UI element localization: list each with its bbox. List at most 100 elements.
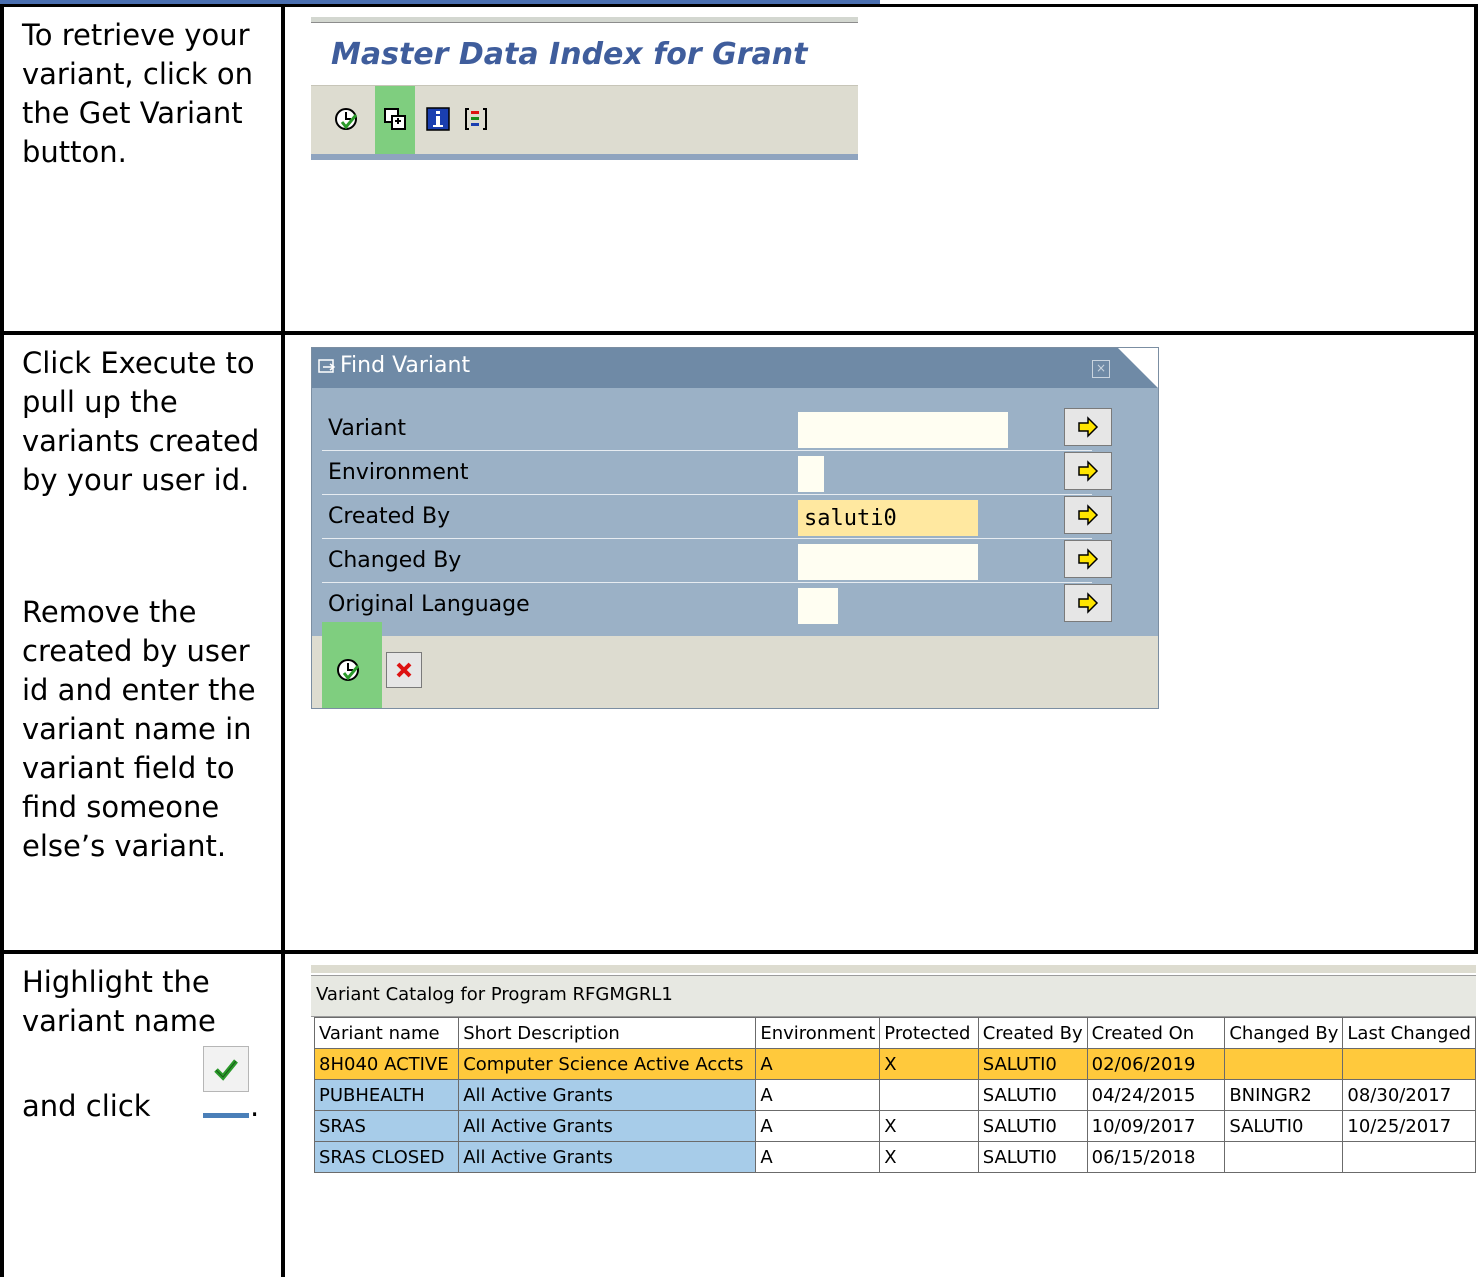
arrow-right-icon (1078, 460, 1099, 482)
close-icon[interactable]: × (1092, 360, 1110, 378)
table-cell[interactable]: A (755, 1048, 881, 1080)
table-cell[interactable]: X (879, 1048, 979, 1080)
column-header[interactable]: Protected (879, 1017, 979, 1049)
created-by-input[interactable] (798, 500, 978, 536)
column-header[interactable]: Created By (977, 1017, 1088, 1049)
column-header[interactable]: Changed By (1224, 1017, 1344, 1049)
original-language-label: Original Language (328, 592, 530, 617)
environment-input[interactable] (798, 456, 824, 492)
environment-label: Environment (328, 460, 469, 485)
variant-label: Variant (328, 416, 407, 441)
table-cell[interactable] (1224, 1048, 1344, 1080)
table-row[interactable]: PUBHEALTH All Active Grants A SALUTI0 04… (313, 1079, 1476, 1111)
step-3-period: . (250, 1089, 260, 1123)
step-3-instruction-a: Highlight the variant name (22, 965, 216, 1038)
step-2-instruction-b: Remove the created by user id and enter … (22, 595, 256, 863)
variant-input[interactable] (798, 412, 1008, 448)
table-cell[interactable]: 08/30/2017 (1342, 1079, 1476, 1111)
table-border-left (0, 4, 4, 1277)
variant-name-cell[interactable]: PUBHEALTH (313, 1079, 460, 1111)
table-cell[interactable]: 04/24/2015 (1086, 1079, 1226, 1111)
table-border-middle (281, 4, 285, 1277)
changed-by-label: Changed By (328, 548, 462, 573)
environment-multiple-selection-button[interactable] (1064, 452, 1112, 490)
header-top-strip (311, 17, 858, 23)
row-divider-1 (0, 331, 1478, 335)
changed-by-input[interactable] (798, 544, 978, 580)
catalog-toolbar-strip (311, 965, 1476, 973)
arrow-right-icon (1078, 548, 1099, 570)
variant-name-cell[interactable]: 8H040 ACTIVE (313, 1048, 460, 1080)
table-border-top (0, 4, 1478, 7)
checkmark-icon[interactable] (203, 1046, 249, 1092)
table-cell[interactable]: SALUTI0 (977, 1048, 1088, 1080)
table-cell[interactable]: A (755, 1110, 881, 1142)
table-cell[interactable] (1342, 1048, 1476, 1080)
table-row[interactable]: SRAS CLOSED All Active Grants A X SALUTI… (313, 1141, 1476, 1173)
screen-title: Master Data Index for Grant (331, 37, 808, 72)
original-language-multiple-selection-button[interactable] (1064, 584, 1112, 622)
field-row-changed-by: Changed By (322, 540, 1092, 583)
table-cell[interactable]: SALUTI0 (977, 1110, 1088, 1142)
execute-icon[interactable] (332, 654, 364, 686)
dialog-footer (312, 636, 1158, 708)
toolbar-bottom-edge (311, 154, 858, 160)
sap-header-screenshot: Master Data Index for Grant (311, 17, 858, 160)
created-by-label: Created By (328, 504, 451, 529)
dialog-title-bar: Find Variant × (312, 348, 1158, 388)
table-border-right (1474, 4, 1478, 954)
table-cell[interactable] (1342, 1141, 1476, 1173)
field-row-environment: Environment (322, 452, 1092, 495)
table-cell[interactable]: 10/25/2017 (1342, 1110, 1476, 1142)
table-cell[interactable]: A (755, 1079, 881, 1111)
dialog-title: Find Variant (340, 353, 471, 378)
table-cell[interactable]: A (755, 1141, 881, 1173)
step-3-instruction-b: and click (22, 1087, 151, 1126)
created-by-multiple-selection-button[interactable] (1064, 496, 1112, 534)
arrow-right-icon (1078, 504, 1099, 526)
description-cell[interactable]: Computer Science Active Accts (458, 1048, 757, 1080)
column-header[interactable]: Created On (1086, 1017, 1226, 1049)
original-language-input[interactable] (798, 588, 838, 624)
execute-icon[interactable] (331, 104, 361, 134)
table-cell[interactable]: SALUTI0 (1224, 1110, 1344, 1142)
column-header[interactable]: Short Description (458, 1017, 757, 1049)
table-cell[interactable]: X (879, 1110, 979, 1142)
table-cell[interactable]: SALUTI0 (977, 1141, 1088, 1173)
catalog-title-bar: Variant Catalog for Program RFGMGRL1 (311, 975, 1476, 1017)
selection-options-icon[interactable] (461, 104, 491, 134)
changed-by-multiple-selection-button[interactable] (1064, 540, 1112, 578)
description-cell[interactable]: All Active Grants (458, 1110, 757, 1142)
arrow-right-icon (1078, 416, 1099, 438)
description-cell[interactable]: All Active Grants (458, 1079, 757, 1111)
column-header[interactable]: Environment (755, 1017, 881, 1049)
step-1-instruction: To retrieve your variant, click on the G… (22, 18, 254, 169)
column-header[interactable]: Last Changed (1342, 1017, 1476, 1049)
table-cell[interactable]: BNINGR2 (1224, 1079, 1344, 1111)
description-cell[interactable]: All Active Grants (458, 1141, 757, 1173)
field-row-variant: Variant (322, 408, 1092, 451)
column-header[interactable]: Variant name (313, 1017, 460, 1049)
field-row-created-by: Created By (322, 496, 1092, 539)
table-cell[interactable] (1224, 1141, 1344, 1173)
variant-table: Variant name Short Description Environme… (313, 1017, 1476, 1173)
step-2-instruction-a: Click Execute to pull up the variants cr… (22, 346, 260, 497)
variant-name-cell[interactable]: SRAS CLOSED (313, 1141, 460, 1173)
table-cell[interactable]: X (879, 1141, 979, 1173)
variant-name-cell[interactable]: SRAS (313, 1110, 460, 1142)
find-variant-dialog: Find Variant × Variant Environment Creat… (311, 347, 1159, 709)
cancel-icon[interactable] (386, 652, 422, 688)
table-cell[interactable]: 10/09/2017 (1086, 1110, 1226, 1142)
table-row[interactable]: SRAS All Active Grants A X SALUTI0 10/09… (313, 1110, 1476, 1142)
table-row-selected[interactable]: 8H040 ACTIVE Computer Science Active Acc… (313, 1048, 1476, 1080)
variant-multiple-selection-button[interactable] (1064, 408, 1112, 446)
table-cell[interactable] (879, 1079, 979, 1111)
table-cell[interactable]: 02/06/2019 (1086, 1048, 1226, 1080)
variant-catalog-screenshot: Variant Catalog for Program RFGMGRL1 Var… (311, 965, 1476, 1175)
get-variant-icon[interactable] (380, 104, 410, 134)
application-toolbar (311, 85, 858, 160)
info-icon[interactable] (423, 104, 453, 134)
table-cell[interactable]: 06/15/2018 (1086, 1141, 1226, 1173)
step-3-and-click: and click (22, 1089, 151, 1123)
table-cell[interactable]: SALUTI0 (977, 1079, 1088, 1111)
